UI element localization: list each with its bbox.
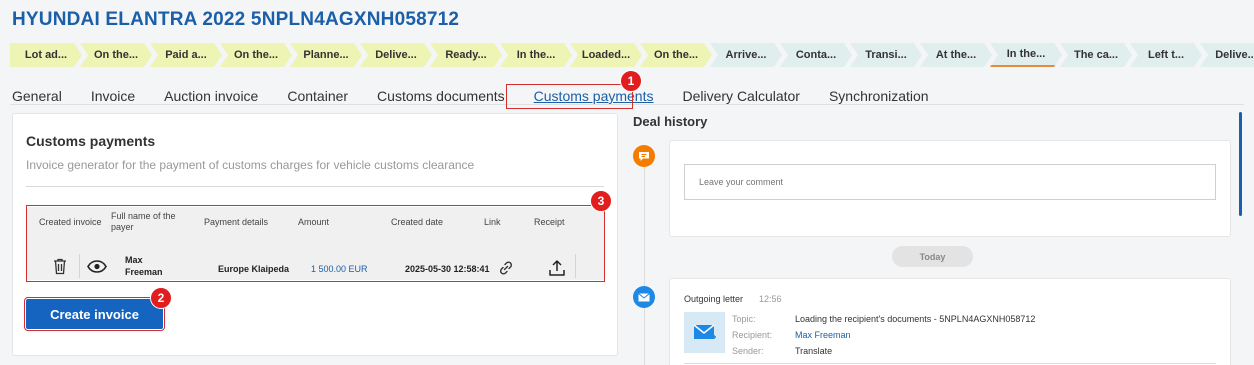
panel-divider <box>26 186 604 187</box>
annotation-highlight-1 <box>506 84 633 109</box>
stage-step[interactable]: Ready... <box>430 43 502 67</box>
tab-customs-documents[interactable]: Customs documents <box>377 88 505 104</box>
stage-step[interactable]: Delive... <box>360 43 432 67</box>
topic-value: Loading the recipient's documents - 5NPL… <box>795 314 1036 324</box>
panel-subtitle: Invoice generator for the payment of cus… <box>26 158 475 172</box>
stage-step[interactable]: Loaded... <box>570 43 642 67</box>
stage-step[interactable]: Lot ad... <box>10 43 82 67</box>
sender-label: Sender: <box>732 346 764 356</box>
tab-auction-invoice[interactable]: Auction invoice <box>164 88 258 104</box>
stage-step[interactable]: Paid a... <box>150 43 222 67</box>
annotation-badge-2: 2 <box>150 287 172 309</box>
stage-step[interactable]: Conta... <box>780 43 852 67</box>
recipient-label: Recipient: <box>732 330 773 340</box>
annotation-badge-3: 3 <box>590 190 612 212</box>
create-invoice-button[interactable]: Create invoice <box>24 297 165 331</box>
stage-step[interactable]: In the... <box>500 43 572 67</box>
tab-container[interactable]: Container <box>287 88 348 104</box>
stage-step[interactable]: On the... <box>80 43 152 67</box>
stage-step[interactable]: At the... <box>920 43 992 67</box>
stage-step[interactable]: Left t... <box>1130 43 1202 67</box>
panel-title: Customs payments <box>26 133 156 149</box>
pipeline-stages: Lot ad... On the... Paid a... On the... Plan… <box>10 43 1254 67</box>
envelope-icon <box>684 312 725 353</box>
tab-synchronization[interactable]: Synchronization <box>829 88 929 104</box>
tab-general[interactable]: General <box>12 88 62 104</box>
letter-time: 12:56 <box>759 294 782 304</box>
stage-step[interactable]: Delive... <box>1200 43 1254 67</box>
stage-step[interactable]: Arrive... <box>710 43 782 67</box>
topic-label: Topic: <box>732 314 756 324</box>
annotation-badge-1: 1 <box>620 70 642 92</box>
letter-divider <box>684 363 1216 364</box>
stage-step[interactable]: On the... <box>220 43 292 67</box>
annotation-highlight-3 <box>26 205 605 282</box>
comment-input[interactable] <box>684 164 1216 200</box>
email-icon <box>633 286 655 308</box>
tab-delivery-calculator[interactable]: Delivery Calculator <box>682 88 799 104</box>
recipient-link[interactable]: Max Freeman <box>795 330 851 340</box>
letter-title: Outgoing letter <box>684 294 744 304</box>
deal-history-title: Deal history <box>633 114 708 129</box>
stage-step[interactable]: In the... <box>990 43 1062 67</box>
sender-value: Translate <box>795 346 833 356</box>
stage-step[interactable]: The ca... <box>1060 43 1132 67</box>
stage-step[interactable]: Transi... <box>850 43 922 67</box>
today-badge: Today <box>892 246 973 267</box>
stage-step[interactable]: Planne... <box>290 43 362 67</box>
comment-icon <box>633 145 655 167</box>
stage-step[interactable]: On the... <box>640 43 712 67</box>
tab-bar: General Invoice Auction invoice Containe… <box>12 88 958 104</box>
customs-payments-panel: Customs payments Invoice generator for t… <box>12 113 618 356</box>
scrollbar[interactable] <box>1239 112 1242 216</box>
page-title: HYUNDAI ELANTRA 2022 5NPLN4AGXNH058712 <box>12 9 460 30</box>
tab-invoice[interactable]: Invoice <box>91 88 135 104</box>
timeline-line <box>644 157 645 365</box>
